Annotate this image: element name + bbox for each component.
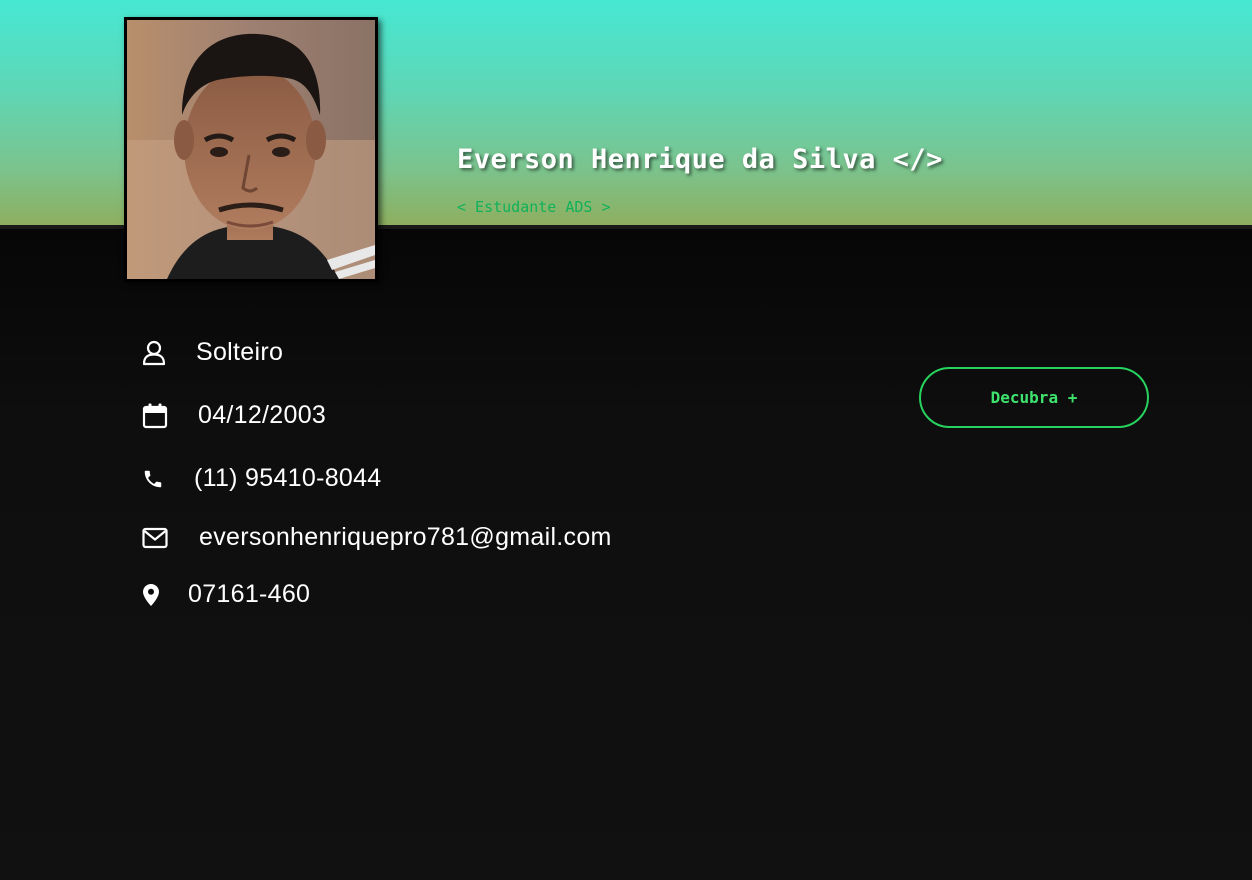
phone-value: (11) 95410-8044 bbox=[194, 464, 382, 492]
profile-page: Everson Henrique da Silva </> < Estudant… bbox=[0, 0, 1252, 880]
info-zip-code: 07161-460 bbox=[142, 580, 310, 609]
info-birth-date: 04/12/2003 bbox=[142, 401, 326, 430]
phone-icon bbox=[142, 466, 168, 492]
discover-more-button[interactable]: Decubra + bbox=[919, 367, 1149, 428]
email-value: eversonhenriquepro781@gmail.com bbox=[199, 523, 612, 551]
zip-code-value: 07161-460 bbox=[188, 580, 311, 608]
calendar-icon bbox=[142, 403, 168, 429]
profile-name-text: Everson Henrique da Silva bbox=[457, 144, 876, 175]
info-phone: (11) 95410-8044 bbox=[142, 464, 382, 493]
info-email: eversonhenriquepro781@gmail.com bbox=[142, 523, 612, 552]
map-pin-icon bbox=[142, 582, 168, 608]
profile-name: Everson Henrique da Silva </> bbox=[457, 144, 943, 175]
info-marital-status: Solteiro bbox=[142, 338, 283, 367]
profile-photo bbox=[124, 17, 378, 282]
user-icon bbox=[142, 340, 168, 366]
birth-date-value: 04/12/2003 bbox=[198, 401, 327, 429]
marital-status-value: Solteiro bbox=[196, 338, 284, 366]
profile-role: < Estudante ADS > bbox=[457, 198, 611, 216]
profile-photo-illustration bbox=[127, 20, 375, 279]
code-icon: </> bbox=[892, 144, 943, 175]
envelope-icon bbox=[142, 525, 168, 551]
